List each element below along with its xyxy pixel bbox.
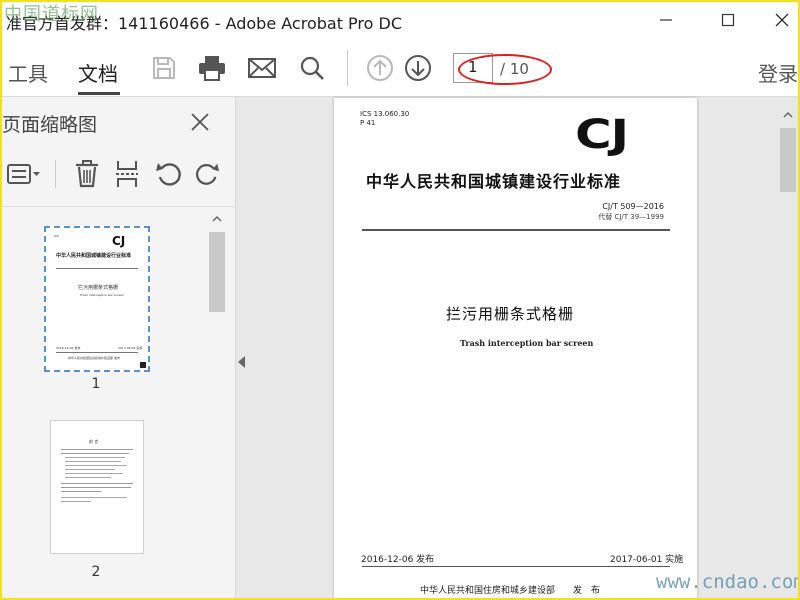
thumb-resize-handle[interactable]	[140, 362, 146, 368]
next-page-button[interactable]	[402, 52, 434, 84]
rotate-left-button[interactable]	[152, 156, 186, 192]
document-scroll-thumb[interactable]	[780, 128, 796, 192]
maximize-icon	[721, 13, 735, 27]
scroll-up-icon	[212, 215, 222, 222]
thumb-title: 拦污用栅条式格栅	[78, 285, 119, 291]
options-menu-button[interactable]	[4, 156, 44, 192]
extract-icon	[116, 161, 138, 187]
thumb-subtitle: Trash interception bar screen	[80, 293, 124, 297]
tab-tools[interactable]: 工具	[8, 58, 48, 87]
page-total: / 10	[500, 60, 529, 78]
doc-issuer: 中华人民共和国住房和城乡建设部 发 布	[420, 586, 601, 596]
save-icon	[153, 57, 175, 79]
doc-ics: ICS 13.060.30 P 41	[360, 110, 409, 128]
doc-rule-bottom	[362, 566, 670, 567]
minimize-icon	[660, 19, 672, 21]
print-button[interactable]	[196, 52, 228, 84]
close-panel-button[interactable]	[186, 108, 214, 136]
extract-pages-button[interactable]	[110, 156, 144, 192]
collapse-panel-arrow-icon[interactable]	[238, 356, 245, 368]
doc-standard-code: CJ/T 509—2016	[602, 202, 664, 211]
scroll-up-icon	[783, 111, 793, 118]
toolbar-separator	[347, 50, 348, 86]
email-icon	[248, 58, 276, 78]
maximize-button[interactable]	[712, 6, 744, 34]
page-thumbnail-1[interactable]: ICS CJ 中华人民共和国城镇建设行业标准 拦污用栅条式格栅 Trash in…	[44, 226, 150, 372]
delete-icon	[76, 160, 98, 188]
print-icon	[199, 56, 225, 81]
doc-effective-date: 2017-06-01 实施	[610, 555, 684, 565]
panel-tool-separator	[55, 160, 56, 188]
search-button[interactable]	[296, 52, 328, 84]
thumb-rule	[56, 268, 138, 269]
tab-document[interactable]: 文档	[78, 58, 118, 87]
thumb-date-right: 2017-06-01 实施	[118, 346, 143, 350]
rotate-right-button[interactable]	[194, 156, 220, 192]
thumb-logo: CJ	[112, 234, 126, 248]
panel-divider	[0, 206, 235, 207]
thumb2-heading: 前 言	[89, 439, 99, 444]
page-number-input[interactable]: 1	[453, 53, 493, 83]
thumbnail-label-1: 1	[91, 376, 101, 392]
active-tab-indicator	[78, 92, 120, 95]
main-toolbar	[0, 40, 800, 97]
panel-title: 页面缩略图	[2, 114, 98, 136]
page-thumbnail-2[interactable]: 前 言	[50, 420, 144, 554]
previous-page-button[interactable]	[364, 52, 396, 84]
email-button[interactable]	[246, 52, 278, 84]
thumbnail-label-2: 2	[91, 564, 101, 580]
doc-replaces: 代替 CJ/T 39—1999	[598, 213, 664, 221]
rotate-right-icon	[195, 163, 220, 185]
watermark-top: 中国道标网	[4, 4, 99, 25]
page-down-icon	[405, 55, 431, 81]
options-menu-icon	[7, 164, 40, 184]
close-icon	[775, 13, 789, 27]
close-icon	[191, 113, 209, 131]
minimize-button[interactable]	[650, 6, 682, 34]
doc-organization: 中华人民共和国城镇建设行业标准	[366, 172, 622, 191]
page-up-icon	[367, 55, 393, 81]
delete-pages-button[interactable]	[70, 156, 104, 192]
doc-subtitle: Trash interception bar screen	[460, 338, 594, 348]
doc-rule-top	[362, 229, 670, 231]
doc-ics-code: ICS 13.060.30	[360, 110, 410, 118]
login-button[interactable]: 登录	[758, 58, 798, 87]
thumb-ics: ICS	[54, 234, 59, 238]
thumb-date-left: 2016-12-06 发布	[56, 346, 81, 350]
search-icon	[300, 56, 324, 80]
thumbnail-scroll-thumb[interactable]	[209, 232, 225, 312]
doc-title: 拦污用栅条式格栅	[446, 305, 575, 323]
save-button[interactable]	[148, 52, 180, 84]
doc-release-date: 2016-12-06 发布	[361, 555, 435, 565]
thumb-rule-bottom	[56, 352, 138, 353]
thumb-org: 中华人民共和国城镇建设行业标准	[56, 253, 132, 259]
close-window-button[interactable]	[766, 6, 798, 34]
rotate-left-icon	[156, 163, 181, 186]
doc-cj-logo: CJ	[575, 112, 629, 158]
doc-p-code: P 41	[360, 119, 376, 127]
thumb-issuer: 中华人民共和国住房和城乡建设部 发布	[68, 356, 120, 360]
watermark-bottom: www.cndao.com	[656, 571, 800, 593]
